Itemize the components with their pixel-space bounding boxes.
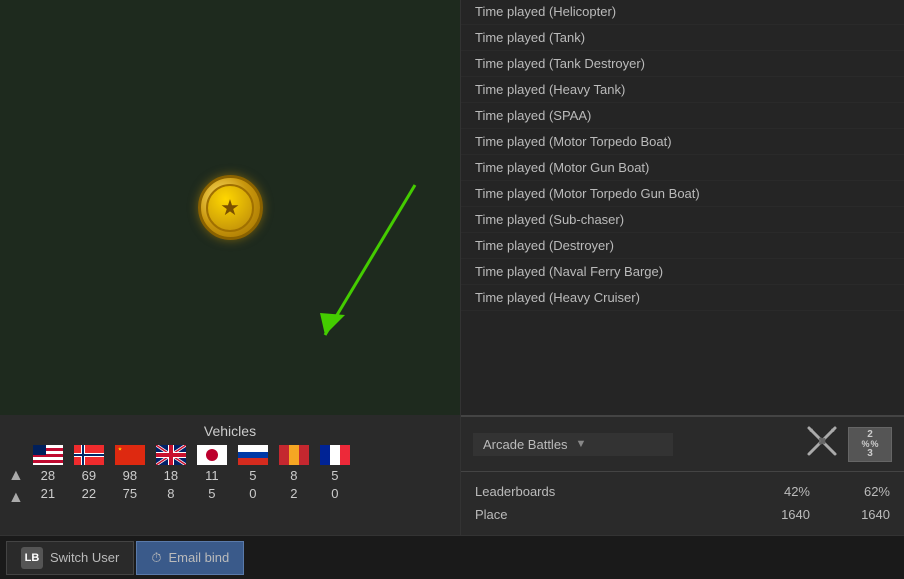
mn-vehicle-nums: 8 2	[290, 467, 297, 503]
stat-item-motor-torpedo-boat: Time played (Motor Torpedo Boat)	[461, 129, 904, 155]
flag-col-mn: 8 2	[275, 445, 313, 503]
toolbar: LB Switch User ⏱ Email bind	[0, 535, 904, 579]
fr-flag-icon	[320, 445, 350, 465]
lb-col2-place: 1640	[810, 503, 890, 526]
lb-col2: 62% 1640	[810, 480, 890, 527]
stat-item-sub-chaser: Time played (Sub-chaser)	[461, 207, 904, 233]
medal-star-icon: ★	[220, 195, 240, 221]
stat-item-tank-destroyer: Time played (Tank Destroyer)	[461, 51, 904, 77]
flag-col-no: 69 22	[70, 445, 108, 503]
stats-list: Time played (Helicopter) Time played (Ta…	[461, 0, 904, 415]
vehicles-title: Vehicles	[6, 423, 454, 439]
fr-vehicle-nums: 5 0	[331, 467, 338, 503]
lb-col2-percent: 62%	[810, 480, 890, 503]
lb-col1: 42% 1640	[730, 480, 810, 527]
jp-flag-icon	[197, 445, 227, 465]
stat-item-helicopter: Time played (Helicopter)	[461, 0, 904, 25]
stat-item-motor-gun-boat: Time played (Motor Gun Boat)	[461, 155, 904, 181]
no-vehicle-nums: 69 22	[82, 467, 96, 503]
uk-flag-icon	[156, 445, 186, 465]
flag-col-uk: 18 8	[152, 445, 190, 503]
stat-item-destroyer: Time played (Destroyer)	[461, 233, 904, 259]
lb-col1-place: 1640	[730, 503, 810, 526]
vehicles-panel: Vehicles ▲ ▲	[0, 415, 460, 535]
right-panel: Time played (Helicopter) Time played (Ta…	[460, 0, 904, 535]
stat-item-heavy-cruiser: Time played (Heavy Cruiser)	[461, 285, 904, 311]
ru-flag-icon	[238, 445, 268, 465]
lb-labels: Leaderboards Place	[475, 480, 730, 527]
switch-user-label: Switch User	[50, 550, 119, 565]
uk-vehicle-nums: 18 8	[164, 467, 178, 503]
main-container: ★ Vehicles ▲ ▲	[0, 0, 904, 535]
leaderboard-stats: Leaderboards Place 42% 1640 62% 1640	[461, 472, 904, 535]
stat-item-naval-ferry-barge: Time played (Naval Ferry Barge)	[461, 259, 904, 285]
us-vehicle-nums: 28 21	[41, 467, 55, 503]
leaderboard-icons: 2 %% 3	[804, 423, 892, 465]
email-bind-label: Email bind	[169, 550, 230, 565]
lb-place-label: Place	[475, 503, 730, 526]
us-flag-icon	[33, 445, 63, 465]
flag-col-ru: 5 0	[234, 445, 272, 503]
rank-up-icon: ▲	[8, 465, 24, 487]
lb-icon: LB	[21, 547, 43, 569]
flag-col-fr: 5 0	[316, 445, 354, 503]
jp-vehicle-nums: 11 5	[205, 467, 219, 503]
stat-item-tank: Time played (Tank)	[461, 25, 904, 51]
flag-col-cn: 98 75	[111, 445, 149, 503]
email-icon: ⏱	[151, 550, 161, 566]
lb-leaderboards-label: Leaderboards	[475, 480, 730, 503]
switch-user-button[interactable]: LB Switch User	[6, 541, 134, 575]
flag-col-us: 28 21	[29, 445, 67, 503]
crossed-swords-icon	[804, 423, 840, 465]
ru-vehicle-nums: 5 0	[249, 467, 256, 503]
rank-badge: 2 %% 3	[848, 427, 892, 462]
leaderboard-header: Arcade Battles ▼	[461, 417, 904, 472]
leaderboard-section: Arcade Battles ▼	[461, 415, 904, 535]
cn-vehicle-nums: 98 75	[123, 467, 137, 503]
arcade-battles-dropdown[interactable]: Arcade Battles ▼	[473, 433, 673, 456]
green-arrow-icon	[315, 175, 435, 360]
medal-inner: ★	[206, 184, 254, 232]
flag-col-jp: 11 5	[193, 445, 231, 503]
mn-flag-icon	[279, 445, 309, 465]
stat-item-heavy-tank: Time played (Heavy Tank)	[461, 77, 904, 103]
chevron-down-icon: ▼	[576, 438, 587, 450]
lb-col1-percent: 42%	[730, 480, 810, 503]
left-panel: ★ Vehicles ▲ ▲	[0, 0, 460, 535]
no-flag-icon	[74, 445, 104, 465]
battles-dropdown-label: Arcade Battles	[483, 437, 568, 452]
rank-up-icon-2: ▲	[8, 487, 24, 509]
medal: ★	[198, 175, 263, 240]
stat-item-spaa: Time played (SPAA)	[461, 103, 904, 129]
rank-column: ▲ ▲	[8, 445, 24, 510]
medal-area: ★	[0, 0, 460, 415]
email-bind-button[interactable]: ⏱ Email bind	[136, 541, 244, 575]
cn-flag-icon	[115, 445, 145, 465]
stat-item-motor-torpedo-gun-boat: Time played (Motor Torpedo Gun Boat)	[461, 181, 904, 207]
